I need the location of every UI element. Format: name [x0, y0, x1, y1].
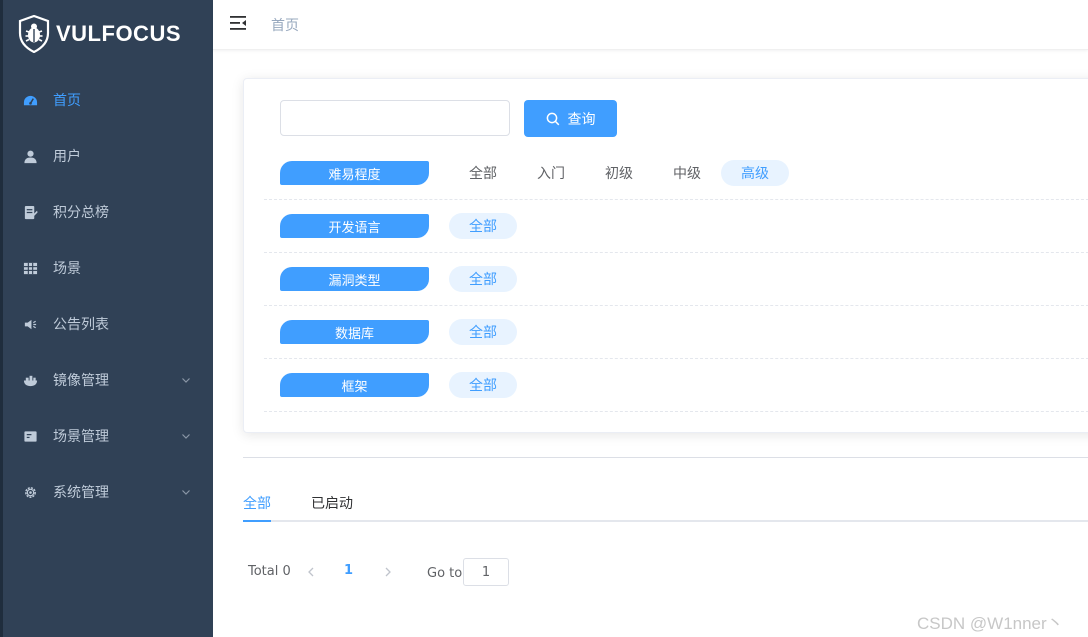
active-tab-indicator	[243, 520, 271, 522]
sidebar-item-label: 镜像管理	[53, 373, 109, 389]
pagination-total: Total 0	[248, 564, 291, 579]
filter-option[interactable]: 中级	[653, 160, 721, 186]
pagination-goto-label: Go to	[427, 566, 463, 581]
filter-row-vuln-type: 漏洞类型 全部	[264, 253, 1088, 306]
chevron-down-icon	[182, 434, 190, 439]
sidebar-item-announcements[interactable]: 公告列表	[0, 296, 213, 352]
top-navbar: 首页	[213, 0, 1088, 50]
dashboard-icon	[22, 92, 38, 108]
speaker-icon	[22, 316, 38, 332]
scene-icon	[22, 428, 38, 444]
sidebar-item-ranking[interactable]: 积分总榜	[0, 184, 213, 240]
sidebar-item-label: 公告列表	[53, 317, 109, 333]
filter-row-difficulty: 难易程度 全部 入门 初级 中级 高级	[264, 147, 1088, 200]
sidebar-item-label: 首页	[53, 93, 81, 109]
pagination-goto-input[interactable]	[463, 558, 509, 586]
sidebar: VULFOCUS 首页 用户 积分总榜 场景 公告列表 镜像管理 场景管理 系统…	[0, 0, 213, 637]
breadcrumb: 首页	[271, 18, 299, 34]
filter-option-selected[interactable]: 全部	[449, 213, 517, 239]
filter-option[interactable]: 全部	[449, 160, 517, 186]
query-button[interactable]: 查询	[524, 100, 617, 137]
filter-label: 数据库	[280, 320, 429, 344]
sidebar-item-label: 积分总榜	[53, 205, 109, 221]
filter-label: 开发语言	[280, 214, 429, 238]
sidebar-item-scenes[interactable]: 场景	[0, 240, 213, 296]
section-divider	[243, 457, 1088, 458]
filter-option[interactable]: 入门	[517, 160, 585, 186]
sidebar-item-scene-management[interactable]: 场景管理	[0, 408, 213, 464]
filter-row-framework: 框架 全部	[264, 359, 1088, 412]
tab-all[interactable]: 全部	[243, 493, 271, 513]
sidebar-item-system-management[interactable]: 系统管理	[0, 464, 213, 520]
filter-option-selected[interactable]: 高级	[721, 160, 789, 186]
sidebar-item-image-management[interactable]: 镜像管理	[0, 352, 213, 408]
chevron-down-icon	[182, 490, 190, 495]
filter-label: 难易程度	[280, 161, 429, 185]
filter-option-selected[interactable]: 全部	[449, 319, 517, 345]
image-icon	[22, 372, 38, 388]
sidebar-item-label: 场景	[53, 261, 81, 277]
filter-row-database: 数据库 全部	[264, 306, 1088, 359]
sidebar-menu: 首页 用户 积分总榜 场景 公告列表 镜像管理 场景管理 系统管理	[0, 72, 213, 520]
watermark: CSDN @W1nner丶	[917, 614, 1064, 633]
filter-card: 查询 难易程度 全部 入门 初级 中级 高级 开发语言 全部 漏洞类型 全部 数…	[243, 78, 1088, 433]
ranking-icon	[22, 204, 38, 220]
sidebar-item-label: 场景管理	[53, 429, 109, 445]
filter-label: 漏洞类型	[280, 267, 429, 291]
search-icon	[546, 112, 559, 125]
sidebar-item-label: 用户	[53, 149, 81, 165]
user-icon	[22, 148, 38, 164]
filter-option-selected[interactable]: 全部	[449, 266, 517, 292]
brand-name: VULFOCUS	[56, 21, 181, 46]
query-button-label: 查询	[567, 111, 596, 128]
chevron-down-icon	[182, 378, 190, 383]
tab-started[interactable]: 已启动	[311, 493, 353, 513]
search-input[interactable]	[280, 100, 510, 136]
filter-option-selected[interactable]: 全部	[449, 372, 517, 398]
status-tabs: 全部 已启动	[243, 490, 1088, 522]
filter-option[interactable]: 初级	[585, 160, 653, 186]
grid-icon	[22, 260, 38, 276]
filter-label: 框架	[280, 373, 429, 397]
brand-logo[interactable]: VULFOCUS	[18, 14, 181, 54]
pagination-page-current[interactable]: 1	[344, 563, 353, 578]
menu-fold-icon[interactable]	[229, 14, 247, 32]
gear-icon	[22, 484, 38, 500]
sidebar-item-users[interactable]: 用户	[0, 128, 213, 184]
sidebar-item-home[interactable]: 首页	[0, 72, 213, 128]
chevron-right-icon[interactable]	[381, 564, 395, 580]
filter-row-language: 开发语言 全部	[264, 200, 1088, 253]
chevron-left-icon[interactable]	[304, 564, 318, 580]
sidebar-item-label: 系统管理	[53, 485, 109, 501]
shield-bug-logo-icon	[18, 15, 50, 53]
